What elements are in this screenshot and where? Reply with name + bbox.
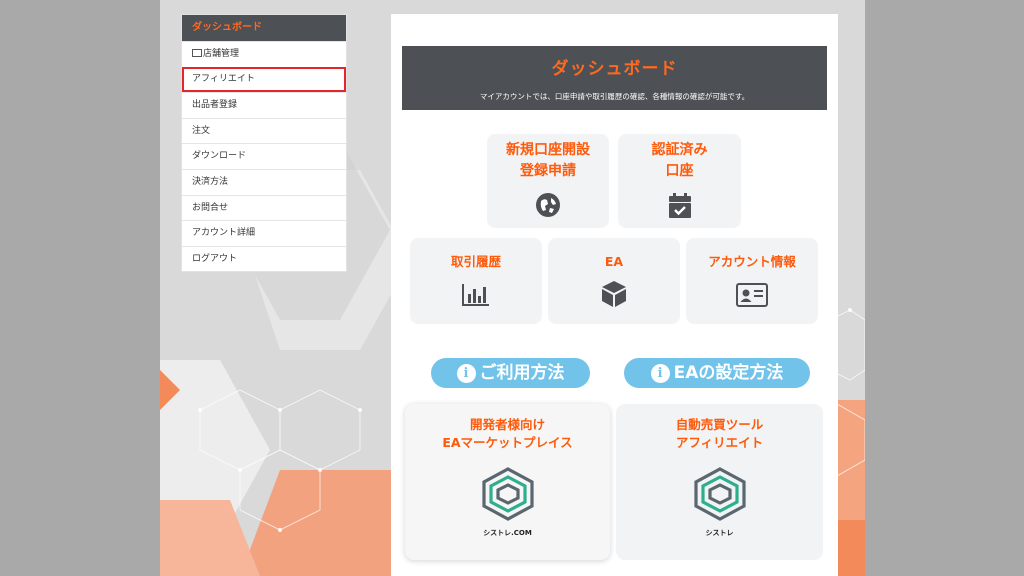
sidebar-item-label: 決済方法 [192,176,229,187]
sidebar-item-label: 店舗管理 [203,49,240,59]
dashboard-hero: ダッシュボード マイアカウントでは、口座申請や取引履歴の確認、各種情報の確認が可… [402,46,827,110]
card-label: 取引履歴 [450,254,501,269]
affiliate-logo-text: シストレ [705,529,734,537]
card-label-line2: 口座 [665,163,694,179]
promo-label-line1: 開発者様向け [469,417,545,432]
systore-logo-icon [481,467,534,521]
ea-card[interactable]: EA [548,238,680,324]
sidebar-item-label: アフィリエイト [192,73,255,84]
ea-marketplace-card[interactable]: 開発者様向け EAマーケットプレイス シストレ.COM [405,404,610,560]
sidebar-item-dashboard[interactable]: ダッシュボード [182,15,346,41]
usage-guide-label: ご利用方法 [479,363,565,383]
page-title: ダッシュボード [551,59,678,79]
sidebar-item-label: ログアウト [192,253,238,264]
sidebar-item-label: アカウント詳細 [192,228,256,239]
sidebar-item-seller-registration[interactable]: 出品者登録 [182,92,346,118]
promo-label-line2: EAマーケットプレイス [442,435,573,450]
card-label-line1: 認証済み [651,142,708,158]
sidebar-item-downloads[interactable]: ダウンロード [182,143,346,169]
calendar-check-icon [668,193,691,218]
card-label: EA [604,254,624,269]
sidebar-item-label: お問合せ [192,202,229,213]
sidebar-item-orders[interactable]: 注文 [182,117,346,144]
store-icon [192,49,202,57]
sidebar-item-label: ダウンロード [192,151,247,162]
usage-guide-button[interactable]: i ご利用方法 [431,358,590,388]
sidebar-item-account-details[interactable]: アカウント詳細 [182,220,346,246]
cube-icon [602,281,626,307]
sidebar-item-payment-methods[interactable]: 決済方法 [182,168,346,195]
new-account-application-card[interactable]: 新規口座開設 登録申請 [487,134,609,228]
sidebar-item-label: 注文 [192,125,211,136]
systore-affiliate-logo-icon [693,467,746,521]
sidebar-item-contact[interactable]: お問合せ [182,194,346,221]
card-label: アカウント情報 [708,254,796,269]
page-subtitle: マイアカウントでは、口座申請や取引履歴の確認、各種情報の確認が可能です。 [479,92,750,101]
marketplace-logo-text: シストレ.COM [483,529,532,537]
sidebar-item-affiliate[interactable]: アフィリエイト [182,66,346,93]
sidebar-item-store-management[interactable]: 店舗管理 [182,41,346,67]
bar-chart-icon [462,284,489,306]
dashboard-panel: ダッシュボード マイアカウントでは、口座申請や取引履歴の確認、各種情報の確認が可… [391,14,838,576]
account-info-card[interactable]: アカウント情報 [686,238,818,324]
info-icon: i [650,364,670,383]
ea-setup-guide-label: EAの設定方法 [673,363,784,383]
promo-label-line2: アフィリエイト [675,435,764,450]
verified-account-card[interactable]: 認証済み 口座 [618,134,741,228]
transaction-history-card[interactable]: 取引履歴 [410,238,542,324]
globe-icon [536,193,560,217]
account-sidebar: ダッシュボード 店舗管理 アフィリエイト 出品者登録 注文 ダウンロード 決済方… [181,14,347,273]
promo-label-line1: 自動売買ツール [675,417,764,432]
info-icon: i [456,364,476,383]
card-label-line1: 新規口座開設 [506,142,590,158]
ea-setup-guide-button[interactable]: i EAの設定方法 [624,358,810,388]
sidebar-item-logout[interactable]: ログアウト [182,245,346,272]
card-label-line2: 登録申請 [520,163,576,179]
id-card-icon [736,283,768,307]
sidebar-item-label: 出品者登録 [192,100,238,111]
affiliate-tool-card[interactable]: 自動売買ツール アフィリエイト シストレ [616,404,823,560]
